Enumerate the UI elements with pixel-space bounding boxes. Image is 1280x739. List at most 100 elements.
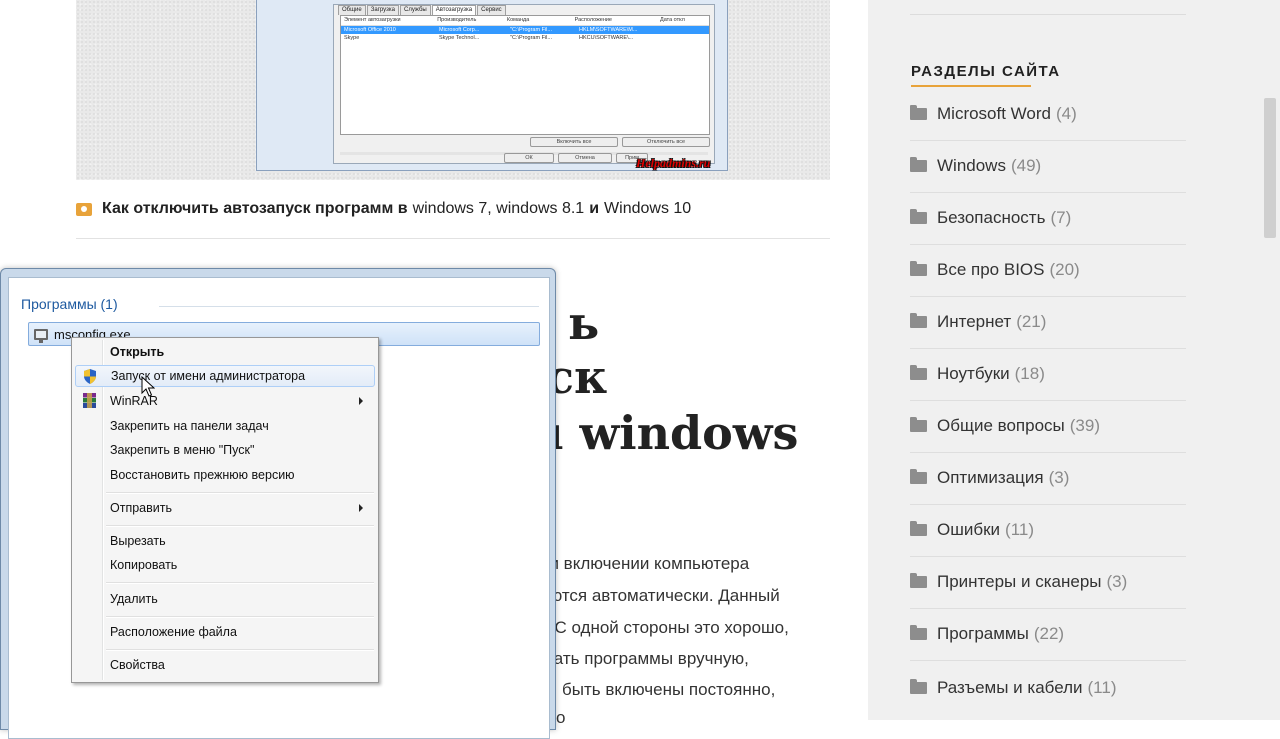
startup-list: Элемент автозагрузки Производитель Коман… (340, 15, 710, 135)
caption-text-end: Windows 10 (604, 200, 692, 217)
menu-separator (106, 649, 374, 651)
table-cell: HKCU\SOFTWARE\... (579, 35, 634, 41)
article-text-line: о (556, 708, 566, 727)
sidebar-item-bios[interactable]: Все про BIOS (20) (910, 244, 1186, 297)
sidebar-item-errors[interactable]: Ошибки (11) (910, 504, 1186, 557)
menu-item-label: Вырезать (110, 534, 166, 548)
column-header: Расположение (574, 17, 612, 23)
image-caption: Как отключить автозапуск программ в wind… (76, 198, 691, 220)
menu-item-label: Удалить (110, 592, 158, 606)
msconfig-dialog-body: Общие Загрузка Службы Автозагрузка Серви… (333, 4, 715, 164)
program-icon (34, 328, 48, 343)
dialog-tabs: Общие Загрузка Службы Автозагрузка Серви… (338, 5, 507, 15)
table-cell: Skype (344, 35, 360, 41)
category-count: (21) (1016, 312, 1047, 331)
category-count: (3) (1048, 468, 1070, 487)
sidebar-item-internet[interactable]: Интернет (21) (910, 296, 1186, 349)
dialog-tab: Общие (338, 5, 366, 15)
folder-icon (910, 209, 927, 224)
article-text-line: ри включении компьютера (540, 554, 750, 573)
category-label[interactable]: Программы (937, 624, 1029, 644)
menu-item-label: Восстановить прежнюю версию (110, 468, 295, 482)
menu-item-file-location[interactable]: Расположение файла (75, 621, 373, 643)
menu-item-winrar[interactable]: WinRAR (75, 390, 373, 412)
category-label[interactable]: Microsoft Word (937, 104, 1051, 124)
category-count: (20) (1049, 260, 1080, 279)
article-text-line: быть включены постоянно, (562, 680, 776, 699)
category-count: (39) (1069, 416, 1100, 435)
caption-bold: Как отключить автозапуск программ в (102, 200, 408, 217)
sidebar-item-security[interactable]: Безопасность (7) (910, 192, 1186, 245)
menu-item-pin-taskbar[interactable]: Закрепить на панели задач (75, 415, 373, 437)
category-count: (7) (1050, 208, 1072, 227)
dialog-tab-active: Автозагрузка (431, 5, 477, 15)
uac-shield-icon (84, 369, 96, 384)
article-screenshot[interactable]: Общие Загрузка Службы Автозагрузка Серви… (76, 0, 830, 180)
sidebar-item-programs[interactable]: Программы (22) (910, 608, 1186, 661)
table-cell: HKLM\SOFTWARE\M... (579, 27, 638, 33)
menu-item-run-as-admin[interactable]: Запуск от имени администратора (75, 365, 375, 387)
mouse-cursor-icon (141, 376, 155, 397)
sidebar-item-printers[interactable]: Принтеры и сканеры (3) (910, 556, 1186, 609)
category-label[interactable]: Ноутбуки (937, 364, 1010, 384)
category-label[interactable]: Общие вопросы (937, 416, 1065, 436)
article-text-line: аются автоматически. Данный (540, 586, 780, 605)
category-label[interactable]: Оптимизация (937, 468, 1044, 488)
table-row: Skype Skype Technol... "C:\Program Fil..… (341, 34, 709, 42)
dialog-tab: Загрузка (366, 5, 399, 15)
menu-item-label: Расположение файла (110, 625, 237, 639)
folder-icon (910, 261, 927, 276)
menu-item-label: Закрепить на панели задач (110, 419, 269, 433)
menu-separator (106, 492, 374, 494)
folder-icon (910, 469, 927, 484)
article-heading-line: ь (568, 296, 600, 350)
cancel-button: Отмена (558, 153, 612, 163)
menu-item-pin-start[interactable]: Закрепить в меню "Пуск" (75, 439, 373, 461)
category-label[interactable]: Интернет (937, 312, 1011, 332)
page-scrollbar-thumb[interactable] (1264, 98, 1276, 238)
menu-item-restore-previous[interactable]: Восстановить прежнюю версию (75, 464, 373, 486)
sidebar-item-windows[interactable]: Windows (49) (910, 140, 1186, 193)
menu-item-label: Закрепить в меню "Пуск" (110, 443, 255, 457)
category-label[interactable]: Ошибки (937, 520, 1000, 540)
folder-icon (910, 521, 927, 536)
category-label[interactable]: Windows (937, 156, 1006, 176)
category-count: (4) (1056, 104, 1077, 123)
menu-item-properties[interactable]: Свойства (75, 654, 373, 676)
sidebar-item-optimization[interactable]: Оптимизация (3) (910, 452, 1186, 505)
category-count: (18) (1014, 364, 1045, 383)
menu-item-copy[interactable]: Копировать (75, 554, 373, 576)
folder-icon (910, 679, 927, 694)
menu-separator (106, 616, 374, 618)
results-group-label: Программы (1) (21, 296, 118, 312)
menu-item-delete[interactable]: Удалить (75, 588, 373, 610)
table-cell: Microsoft Office 2010 (344, 27, 396, 33)
sidebar-item-laptops[interactable]: Ноутбуки (18) (910, 348, 1186, 401)
folder-icon (910, 157, 927, 172)
folder-icon (910, 105, 927, 120)
menu-item-send-to[interactable]: Отправить (75, 497, 373, 519)
folder-icon (910, 365, 927, 380)
table-cell: "C:\Program Fil... (510, 27, 552, 33)
menu-item-label: Отправить (110, 501, 172, 515)
winrar-icon (83, 393, 96, 408)
article-text-line: кать программы вручную, (546, 649, 749, 668)
category-label[interactable]: Все про BIOS (937, 260, 1044, 280)
submenu-arrow-icon (359, 397, 363, 405)
camera-icon (76, 202, 92, 216)
menu-item-label: Свойства (110, 658, 165, 672)
sidebar-item-general-questions[interactable]: Общие вопросы (39) (910, 400, 1186, 453)
divider (76, 238, 830, 239)
sidebar-item-microsoft-word[interactable]: Microsoft Word (4) (910, 88, 1186, 141)
category-label[interactable]: Безопасность (937, 208, 1045, 228)
menu-item-cut[interactable]: Вырезать (75, 530, 373, 552)
category-count: (11) (1005, 520, 1035, 539)
submenu-arrow-icon (359, 504, 363, 512)
menu-separator (106, 525, 374, 527)
category-label[interactable]: Принтеры и сканеры (937, 572, 1102, 592)
sidebar-item-connectors[interactable]: Разъемы и кабели (11) (910, 662, 1186, 714)
category-label[interactable]: Разъемы и кабели (937, 678, 1083, 698)
menu-item-open[interactable]: Открыть (75, 341, 373, 363)
table-cell: Microsoft Corp... (439, 27, 480, 33)
menu-separator (106, 582, 374, 584)
